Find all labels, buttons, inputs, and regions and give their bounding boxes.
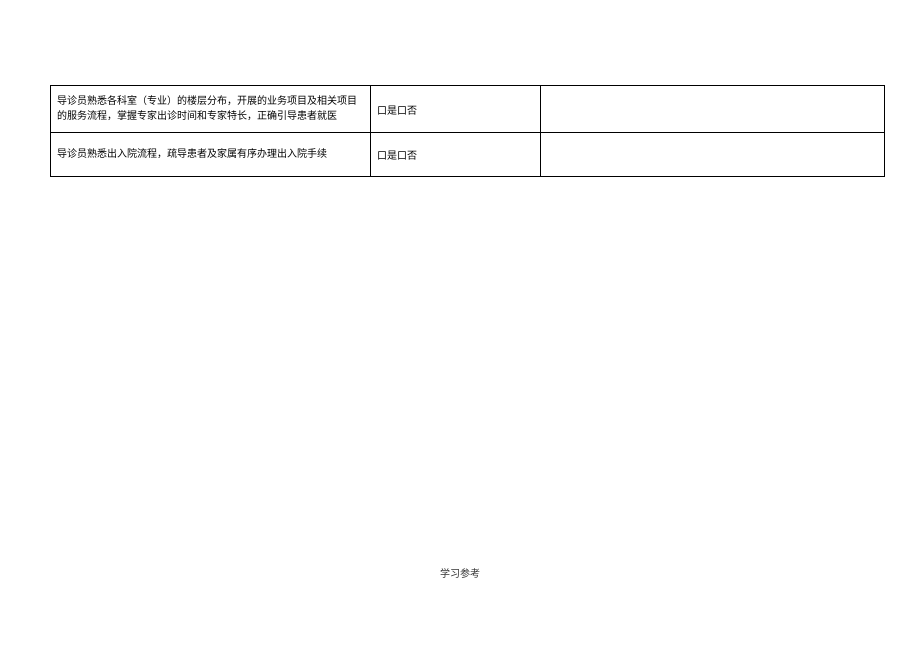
checklist-table: 导诊员熟悉各科室（专业）的楼层分布，开展的业务项目及相关项目的服务流程，掌握专家… [50,85,885,177]
table-row: 导诊员熟悉出入院流程，疏导患者及家属有序办理出入院手续 口是口否 [51,133,885,177]
row-option: 口是口否 [371,133,541,177]
page-footer: 学习参考 [0,565,920,580]
row-option: 口是口否 [371,86,541,133]
table-container: 导诊员熟悉各科室（专业）的楼层分布，开展的业务项目及相关项目的服务流程，掌握专家… [50,85,885,177]
row-description: 导诊员熟悉各科室（专业）的楼层分布，开展的业务项目及相关项目的服务流程，掌握专家… [51,86,371,133]
table-row: 导诊员熟悉各科室（专业）的楼层分布，开展的业务项目及相关项目的服务流程，掌握专家… [51,86,885,133]
row-remark [541,86,885,133]
row-description: 导诊员熟悉出入院流程，疏导患者及家属有序办理出入院手续 [51,133,371,177]
row-remark [541,133,885,177]
